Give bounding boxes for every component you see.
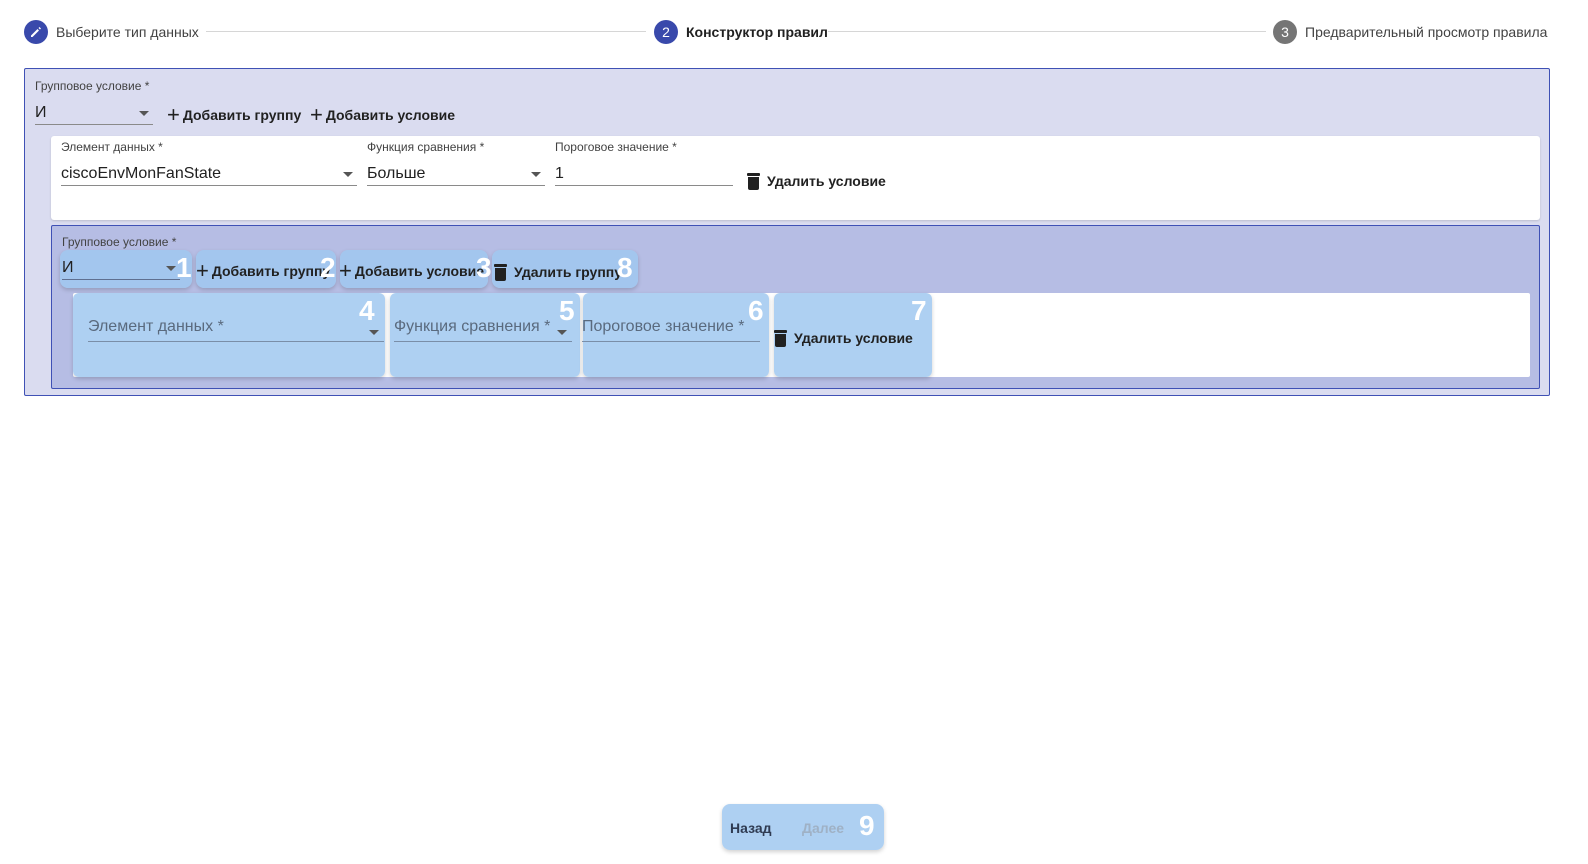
group-condition-select[interactable]: И: [62, 258, 180, 280]
trash-icon: [747, 172, 760, 190]
marker-7: 7: [911, 295, 927, 326]
marker-1: 1: [176, 252, 192, 283]
dropdown-arrow-icon: [557, 330, 567, 335]
add-group-label: Добавить группу: [211, 263, 331, 279]
threshold-value: 1: [555, 165, 564, 182]
marker-5: 5: [559, 295, 575, 326]
compare-function-value: Больше: [367, 165, 426, 182]
plus-icon: +: [339, 258, 352, 283]
group-condition-value: И: [62, 259, 74, 276]
condition-card: Элемент данных * ciscoEnvMonFanState Фун…: [51, 136, 1540, 220]
step-rule-constructor[interactable]: 2 Конструктор правил: [654, 20, 828, 44]
add-group-button[interactable]: + Добавить группу: [167, 103, 301, 127]
delete-condition-label: Удалить условие: [794, 330, 913, 346]
data-element-select[interactable]: ciscoEnvMonFanState: [61, 162, 357, 186]
step-label: Конструктор правил: [686, 24, 828, 40]
plus-icon: +: [196, 258, 209, 283]
add-condition-button[interactable]: + Добавить условие: [339, 259, 484, 283]
dropdown-arrow-icon: [343, 172, 353, 177]
outer-group-panel: Групповое условие * И + Добавить группу …: [24, 68, 1550, 396]
step-label: Предварительный просмотр правила: [1305, 24, 1548, 40]
group-condition-select[interactable]: И: [35, 103, 153, 125]
step-select-data-type[interactable]: Выберите тип данных: [24, 20, 199, 44]
delete-group-label: Удалить группу: [514, 264, 623, 280]
back-button[interactable]: Назад: [730, 820, 772, 836]
marker-3: 3: [476, 252, 492, 283]
trash-icon: [774, 329, 787, 347]
edit-icon: [24, 20, 48, 44]
marker-6: 6: [748, 295, 764, 326]
data-element-select[interactable]: [88, 341, 384, 342]
add-condition-button[interactable]: + Добавить условие: [310, 103, 455, 127]
threshold-input[interactable]: 1: [555, 162, 733, 186]
group-condition-label: Групповое условие *: [35, 79, 150, 93]
marker-9: 9: [859, 810, 875, 841]
dropdown-arrow-icon: [139, 111, 149, 116]
add-condition-label: Добавить условие: [325, 107, 456, 123]
marker-8: 8: [617, 252, 633, 283]
step-number: 3: [1273, 20, 1297, 44]
add-group-button[interactable]: + Добавить группу: [196, 259, 330, 283]
dropdown-arrow-icon: [166, 266, 176, 271]
step-label: Выберите тип данных: [56, 24, 199, 40]
delete-condition-button[interactable]: Удалить условие: [747, 170, 886, 192]
compare-function-select[interactable]: Больше: [367, 162, 545, 186]
group-condition-label: Групповое условие *: [62, 235, 177, 249]
threshold-label: Пороговое значение *: [555, 140, 677, 154]
add-group-label: Добавить группу: [182, 107, 302, 123]
plus-icon: +: [310, 102, 323, 127]
marker-2: 2: [320, 252, 336, 283]
plus-icon: +: [167, 102, 180, 127]
compare-function-label: Функция сравнения *: [367, 140, 485, 154]
delete-condition-button[interactable]: Удалить условие: [774, 327, 913, 349]
step-connector: [206, 31, 646, 32]
group-condition-value: И: [35, 104, 47, 121]
trash-icon: [494, 263, 507, 281]
compare-function-select[interactable]: [394, 341, 572, 342]
step-number: 2: [654, 20, 678, 44]
marker-4: 4: [359, 295, 375, 326]
footer-actions: Назад Далее 9: [722, 804, 884, 850]
stepper: Выберите тип данных 2 Конструктор правил…: [24, 20, 1550, 44]
threshold-input[interactable]: [582, 341, 760, 342]
delete-condition-label: Удалить условие: [767, 173, 886, 189]
next-button[interactable]: Далее: [802, 820, 844, 836]
step-connector: [828, 31, 1266, 32]
compare-function-placeholder: Функция сравнения *: [394, 318, 551, 335]
dropdown-arrow-icon: [369, 330, 379, 335]
threshold-placeholder: Пороговое значение *: [582, 318, 745, 335]
condition-card: Элемент данных * 4 Функция сравнения * 5…: [73, 293, 1530, 377]
add-condition-label: Добавить условие: [354, 263, 485, 279]
delete-group-button[interactable]: Удалить группу: [494, 261, 622, 283]
data-element-label: Элемент данных *: [61, 140, 163, 154]
data-element-value: ciscoEnvMonFanState: [61, 165, 222, 182]
dropdown-arrow-icon: [531, 172, 541, 177]
data-element-placeholder: Элемент данных *: [88, 318, 224, 335]
step-rule-preview[interactable]: 3 Предварительный просмотр правила: [1273, 20, 1547, 44]
inner-group-panel: Групповое условие * И 1 + Добавить групп…: [51, 225, 1540, 389]
